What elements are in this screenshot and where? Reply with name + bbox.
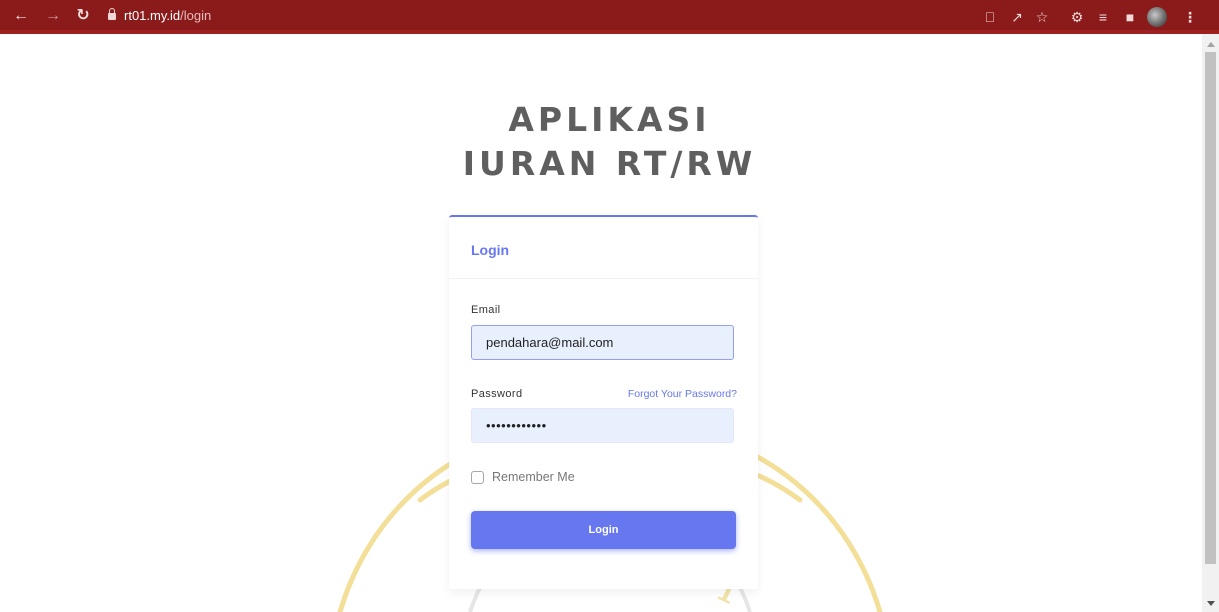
email-field[interactable]: pendahara@mail.com <box>471 325 734 360</box>
lock-icon[interactable] <box>108 8 116 20</box>
app-title-line2: IURAN RT/RW <box>462 144 757 183</box>
browser-toolbar: ← → ↻ rt01.my.id/login ⎕ ↗ ☆ ⚙ ≡ ■ ⋮ <box>0 0 1219 34</box>
app-title: APLIKASI IURAN RT/RW <box>0 98 1219 186</box>
app-title-line1: APLIKASI <box>508 100 711 139</box>
reload-icon[interactable]: ↻ <box>72 5 94 27</box>
scroll-down-arrow[interactable] <box>1207 601 1215 606</box>
reading-list-icon[interactable]: ≡ <box>1092 6 1114 28</box>
url-path: /login <box>180 8 212 23</box>
extensions-icon[interactable]: ⚙ <box>1066 6 1088 28</box>
side-panel-icon[interactable]: ■ <box>1119 6 1141 28</box>
key-icon[interactable]: ⎕ <box>979 6 1001 28</box>
login-button[interactable]: Login <box>471 511 736 549</box>
address-bar[interactable]: rt01.my.id/login <box>108 6 368 26</box>
password-label: Password <box>471 388 523 400</box>
login-card-header: Login <box>449 217 758 279</box>
profile-avatar[interactable] <box>1147 7 1167 27</box>
toolbar-border <box>0 30 1219 34</box>
forward-icon[interactable]: → <box>42 5 64 27</box>
toolbar-actions: ⎕ ↗ ☆ ⚙ ≡ ■ ⋮ <box>979 6 1219 28</box>
scroll-up-arrow[interactable] <box>1207 42 1215 47</box>
password-field[interactable]: •••••••••••• <box>471 408 734 443</box>
back-icon[interactable]: ← <box>10 5 32 27</box>
forgot-password-link[interactable]: Forgot Your Password? <box>628 388 737 400</box>
login-heading: Login <box>471 242 510 258</box>
remember-me-checkbox[interactable] <box>471 471 484 484</box>
email-label: Email <box>471 304 501 316</box>
star-icon[interactable]: ☆ <box>1031 6 1053 28</box>
login-card: Login Email pendahara@mail.com Password … <box>449 215 758 589</box>
url-host: rt01.my.id <box>124 8 181 23</box>
share-icon[interactable]: ↗ <box>1006 6 1028 28</box>
menu-icon[interactable]: ⋮ <box>1179 6 1201 28</box>
remember-me-label[interactable]: Remember Me <box>492 470 575 484</box>
